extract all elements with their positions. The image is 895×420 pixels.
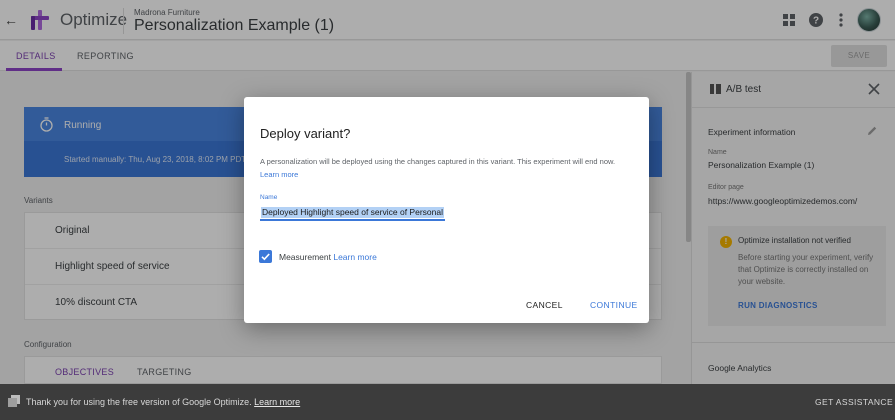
measurement-checkbox[interactable] <box>259 250 272 263</box>
cancel-button[interactable]: CANCEL <box>526 300 563 310</box>
info-feedback-icon <box>8 395 20 407</box>
banner-text: Thank you for using the free version of … <box>26 397 252 407</box>
name-field-label: Name <box>260 194 278 201</box>
get-assistance-button[interactable]: GET ASSISTANCE <box>815 397 893 407</box>
measurement-learn-more-link[interactable]: Learn more <box>333 252 376 262</box>
measurement-text: Measurement <box>279 252 331 262</box>
free-version-banner: Thank you for using the free version of … <box>0 384 895 420</box>
name-field[interactable] <box>260 205 445 221</box>
dialog-title: Deploy variant? <box>260 126 351 141</box>
banner-message: Thank you for using the free version of … <box>26 397 300 407</box>
deploy-variant-dialog: Deploy variant? A personalization will b… <box>244 97 649 323</box>
banner-learn-more-link[interactable]: Learn more <box>254 397 300 407</box>
dialog-body: A personalization will be deployed using… <box>260 155 632 181</box>
dialog-body-text: A personalization will be deployed using… <box>260 157 616 166</box>
continue-button[interactable]: CONTINUE <box>590 300 638 310</box>
measurement-label: Measurement Learn more <box>279 252 377 262</box>
dialog-learn-more-link[interactable]: Learn more <box>260 170 298 179</box>
